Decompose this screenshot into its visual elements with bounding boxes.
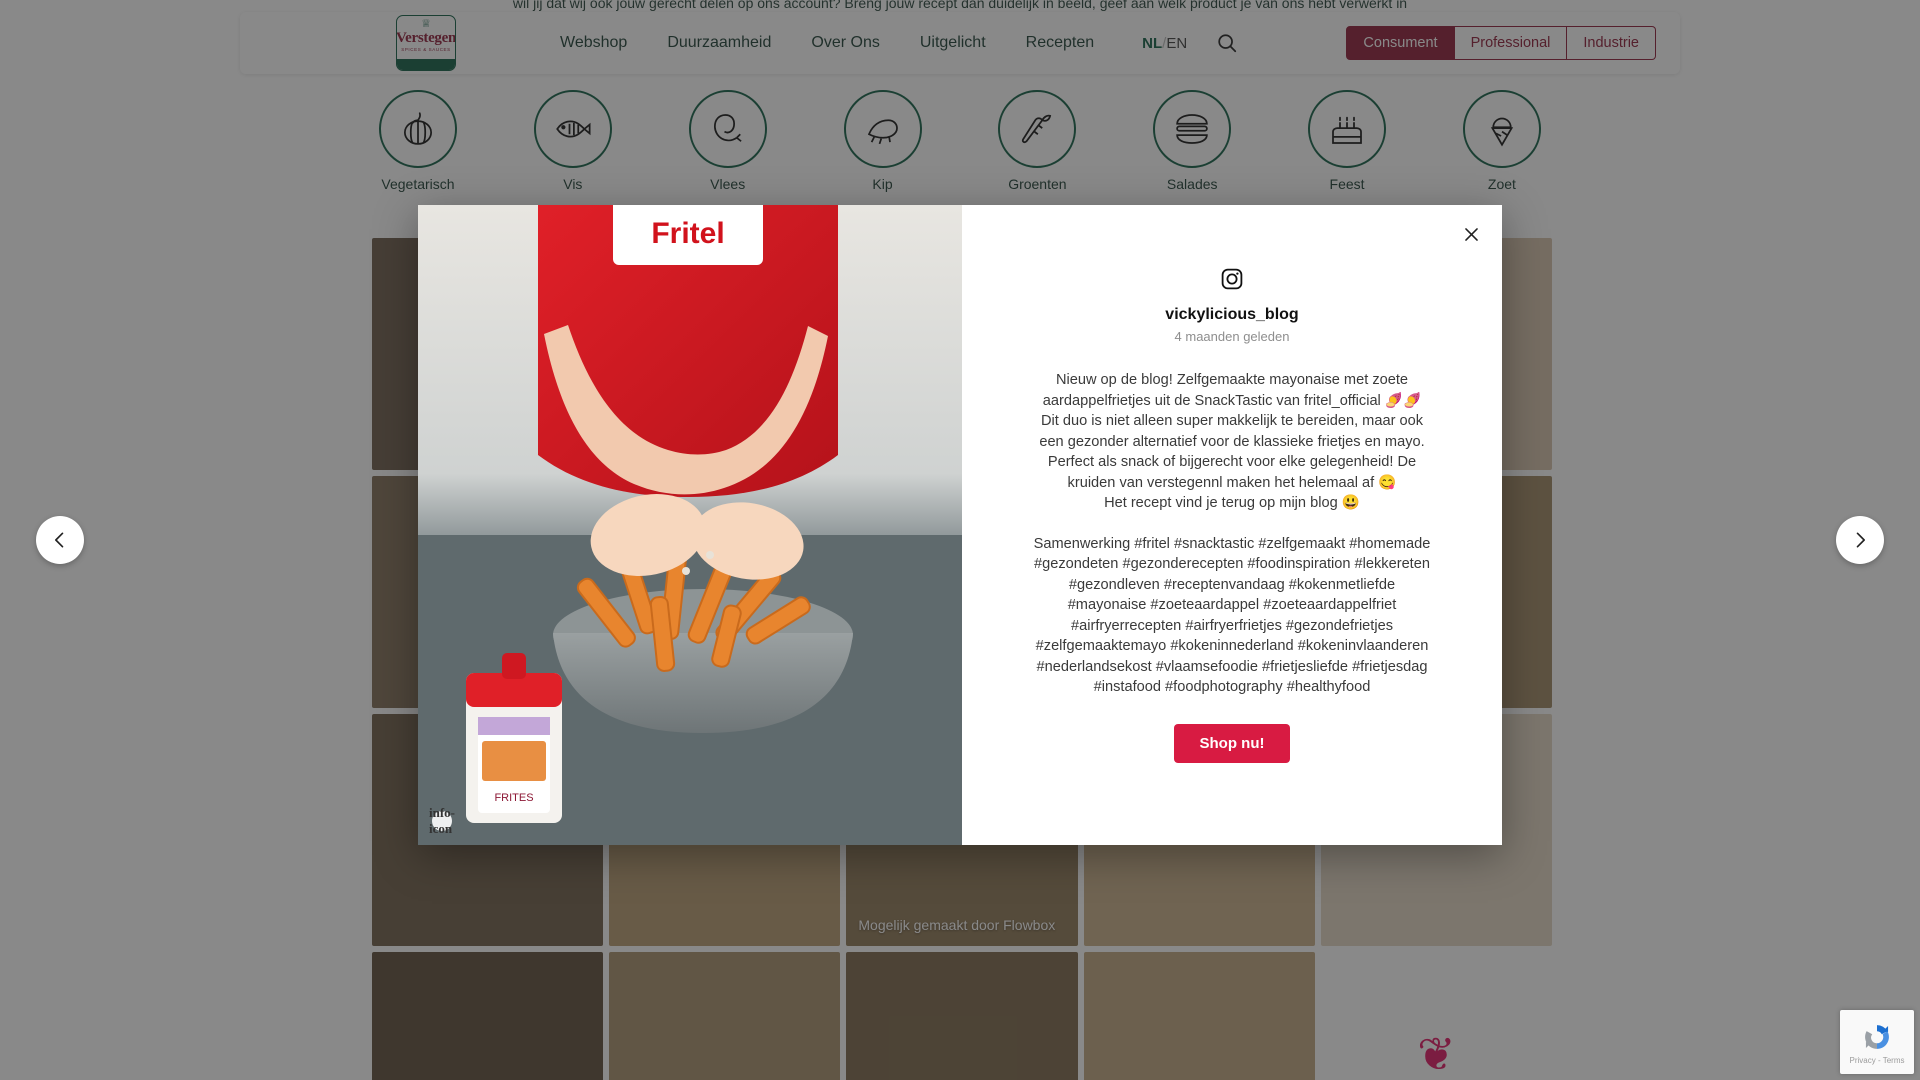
post-hashtags: Samenwerking #fritel #snacktastic #zelfg…	[1033, 535, 1431, 696]
chevron-right-icon	[1856, 532, 1865, 548]
chevron-left-icon	[55, 532, 64, 548]
svg-text:FRITES: FRITES	[494, 792, 533, 804]
post-author-handle[interactable]: vickylicious_blog	[1165, 306, 1298, 324]
app-root: wil jij dat wij ook jouw gerecht delen o…	[0, 0, 1920, 1080]
shop-now-button[interactable]: Shop nu!	[1173, 723, 1291, 763]
ugc-detail-modal: Fritel FRITES info-icon vickylicious_blo…	[418, 205, 1502, 845]
modal-content-panel: vickylicious_blog 4 maanden geleden Nieu…	[962, 205, 1502, 845]
post-timestamp: 4 maanden geleden	[1174, 329, 1290, 344]
close-modal-button[interactable]	[1456, 219, 1486, 249]
modal-media-panel[interactable]: Fritel FRITES info-icon	[418, 205, 962, 845]
recaptcha-label: Privacy - Terms	[1849, 1055, 1905, 1065]
info-icon[interactable]: info-icon	[429, 805, 455, 836]
carousel-next-button[interactable]	[1836, 516, 1884, 564]
post-photo: Fritel FRITES	[418, 205, 962, 845]
recaptcha-icon	[1865, 1024, 1889, 1049]
close-icon	[1464, 227, 1478, 241]
carousel-prev-button[interactable]	[36, 516, 84, 564]
post-caption: Nieuw op de blog! Zelfgemaakte mayonaise…	[1039, 372, 1425, 511]
recaptcha-badge[interactable]: Privacy - Terms	[1840, 1010, 1914, 1074]
instagram-icon	[1220, 267, 1244, 296]
svg-text:Fritel: Fritel	[651, 217, 724, 250]
